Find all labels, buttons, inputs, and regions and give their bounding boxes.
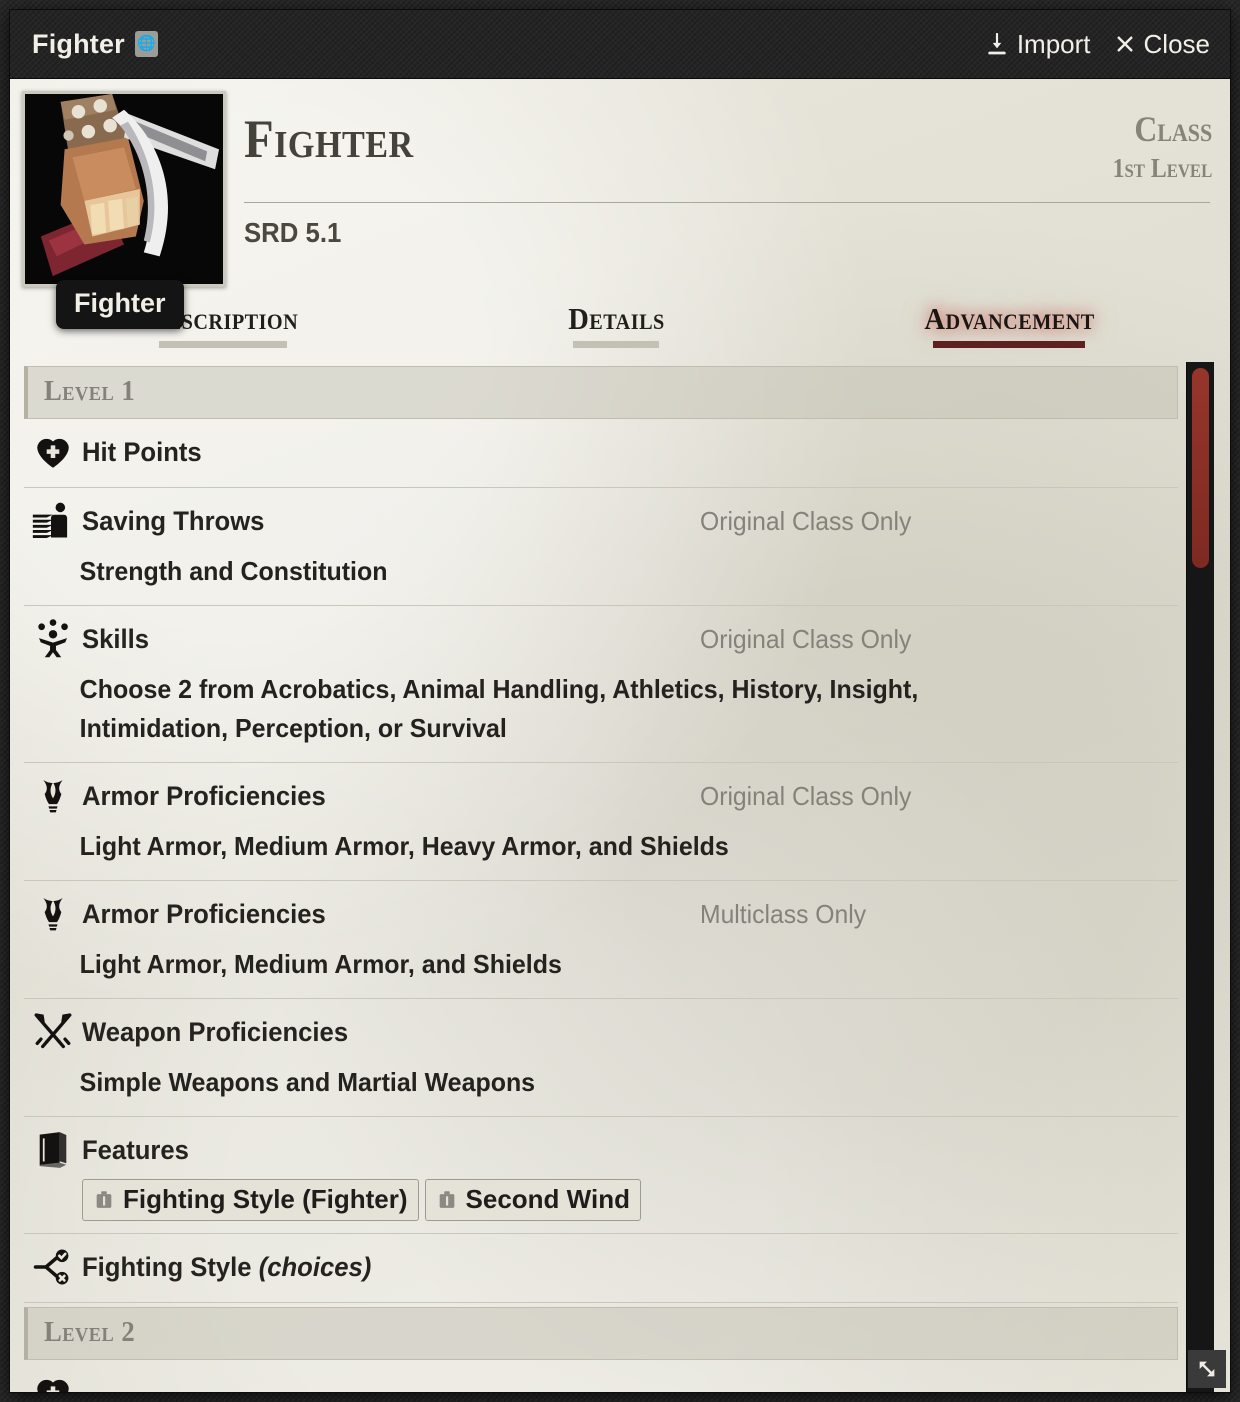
- close-icon: [1113, 32, 1137, 56]
- advancement-row-head: Armor Proficiencies Original Class Only: [24, 773, 1170, 819]
- avatar[interactable]: [22, 91, 226, 287]
- header-meta: Class 1st Level: [1099, 111, 1212, 184]
- advancement-row-flag: Original Class Only: [700, 505, 912, 536]
- tab-details-label: Details: [567, 301, 665, 336]
- feature-chip-label: Fighting Style (Fighter): [123, 1184, 408, 1214]
- advancement-row-title: Armor Proficiencies: [82, 898, 326, 929]
- scrollbar[interactable]: [1186, 362, 1214, 1392]
- entity-type: Class: [1134, 109, 1212, 149]
- advancement-row-detail: Simple Weapons and Martial Weapons: [79, 1067, 536, 1097]
- page-title: Fighter: [244, 109, 414, 169]
- close-label: Close: [1143, 28, 1210, 59]
- compendium-window: Fighter 🌐 Import Close Fighter Class 1st…: [9, 9, 1231, 1393]
- advancement-row-head: Weapon Proficiencies: [24, 1009, 1170, 1055]
- tab-advancement[interactable]: Advancement: [813, 301, 1206, 354]
- download-icon: [984, 31, 1010, 57]
- advancement-row-head: Skills Original Class Only: [24, 616, 1170, 662]
- advancement-row-detail: Light Armor, Medium Armor, and Shields: [79, 949, 562, 979]
- advancement-row-head: Features: [24, 1127, 1170, 1173]
- tab-advancement-underline: [933, 341, 1086, 348]
- crossed-swords-icon: [24, 1011, 82, 1053]
- header-top: Fighter Class 1st Level: [244, 111, 1212, 202]
- level-header[interactable]: Level 2: [24, 1307, 1178, 1360]
- advancement-row[interactable]: [24, 1360, 1178, 1392]
- titlebar-left: Fighter 🌐: [32, 29, 158, 60]
- tab-advancement-label: Advancement: [924, 301, 1095, 336]
- feature-chip[interactable]: Fighting Style (Fighter): [82, 1179, 419, 1221]
- armor-breastplate-icon: [24, 775, 82, 817]
- level-header-label: Level 2: [44, 1316, 136, 1348]
- advancement-row-title: Hit Points: [82, 436, 202, 467]
- scrollbar-thumb[interactable]: [1192, 368, 1209, 568]
- suitcase-icon: [436, 1188, 458, 1212]
- titlebar-actions: Import Close: [984, 29, 1210, 60]
- advancement-row-flag: Original Class Only: [700, 623, 912, 654]
- fighter-fist-sword-portrait: [25, 94, 223, 284]
- advancement-row-title: Skills: [82, 623, 150, 654]
- advancement-row[interactable]: Saving Throws Original Class Only Strength…: [24, 488, 1178, 606]
- header-main: Fighter Class 1st Level SRD 5.1: [244, 91, 1212, 287]
- feature-chip[interactable]: Second Wind: [424, 1179, 641, 1221]
- advancement-row-title-modifier: (choices): [258, 1251, 372, 1282]
- armor-breastplate-icon: [24, 893, 82, 935]
- import-button[interactable]: Import: [984, 29, 1091, 60]
- advancement-row[interactable]: Armor Proficiencies Original Class Only Li…: [24, 763, 1178, 881]
- book-icon: [24, 1129, 82, 1171]
- tab-description-underline: [158, 341, 287, 348]
- advancement-row-title: Armor Proficiencies: [82, 780, 326, 811]
- advancement-row-title: Saving Throws: [82, 505, 265, 536]
- heart-cross-icon: [24, 431, 82, 473]
- advancement-row-detail: Light Armor, Medium Armor, Heavy Armor, …: [79, 831, 729, 861]
- close-button[interactable]: Close: [1113, 29, 1210, 60]
- window-title: Fighter: [32, 28, 125, 59]
- advancement-row[interactable]: Weapon Proficiencies Simple Weapons and M…: [24, 999, 1178, 1117]
- advancement-row[interactable]: Fighting Style (choices): [24, 1234, 1178, 1303]
- source-label: SRD 5.1: [244, 217, 342, 248]
- advancement-row[interactable]: Skills Original Class Only Choose 2 from A…: [24, 606, 1178, 763]
- advancement-row-head: [24, 1370, 1170, 1392]
- tooltip: Fighter: [56, 280, 184, 329]
- entity-level: 1st Level: [1112, 153, 1212, 183]
- advancement-row[interactable]: Armor Proficiencies Multiclass Only Light …: [24, 881, 1178, 999]
- level-header-label: Level 1: [44, 375, 136, 407]
- tab-details-underline: [572, 341, 659, 348]
- window-titlebar: Fighter 🌐 Import Close: [10, 10, 1230, 79]
- choice-node-icon: [24, 1246, 82, 1288]
- feature-chip-label: Second Wind: [465, 1184, 630, 1214]
- resize-handle[interactable]: [1188, 1350, 1226, 1388]
- advancement-row-detail: Choose 2 from Acrobatics, Animal Handlin…: [79, 674, 919, 743]
- saving-throw-icon: [24, 499, 82, 543]
- suitcase-icon: [93, 1188, 115, 1212]
- advancement-row-title: Fighting Style (choices): [82, 1251, 372, 1282]
- skills-juggler-icon: [24, 618, 82, 660]
- advancement-row-title: Weapon Proficiencies: [82, 1016, 349, 1047]
- feature-chip-list: Fighting Style (Fighter) Second Wind: [24, 1173, 1170, 1221]
- advancement-row[interactable]: Features Fighting Style (Fighter) Second W…: [24, 1117, 1178, 1234]
- advancement-row-title: Features: [82, 1134, 189, 1165]
- import-label: Import: [1016, 28, 1091, 59]
- level-header[interactable]: Level 1: [24, 366, 1178, 419]
- advancement-row-flag: Multiclass Only: [700, 898, 867, 929]
- advancement-row[interactable]: Hit Points: [24, 419, 1178, 488]
- advancement-row-head: Armor Proficiencies Multiclass Only: [24, 891, 1170, 937]
- tab-details[interactable]: Details: [419, 301, 812, 354]
- entity-header: Fighter Class 1st Level SRD 5.1: [10, 79, 1230, 287]
- advancement-panel: Level 1 Hit Points Saving Throws Original C…: [10, 354, 1230, 1392]
- sheet-body: Fighter Class 1st Level SRD 5.1 Descript…: [10, 79, 1230, 1392]
- advancement-row-flag: Original Class Only: [700, 780, 912, 811]
- heart-cross-icon: [24, 1372, 82, 1392]
- advancement-list: Level 1 Hit Points Saving Throws Original C…: [10, 362, 1186, 1392]
- advancement-row-head: Fighting Style (choices): [24, 1244, 1170, 1290]
- tab-bar: Description Details Advancement Fighter: [10, 280, 1230, 354]
- advancement-row-detail: Strength and Constitution: [79, 556, 388, 586]
- advancement-row-head: Hit Points: [24, 429, 1170, 475]
- resize-arrow-icon: [1199, 1361, 1215, 1377]
- globe-book-icon[interactable]: 🌐: [134, 31, 158, 57]
- advancement-row-head: Saving Throws Original Class Only: [24, 498, 1170, 544]
